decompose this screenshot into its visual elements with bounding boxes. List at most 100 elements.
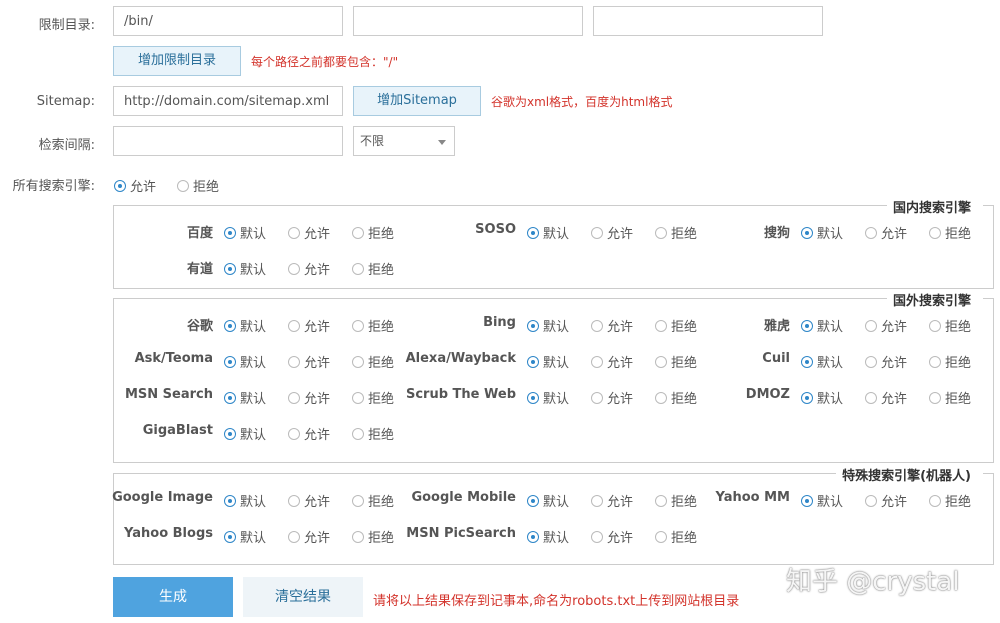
engine-default-radio[interactable]: 默认 bbox=[527, 223, 569, 242]
engine-default-radio[interactable]: 默认 bbox=[224, 388, 266, 407]
radio-checked-icon bbox=[527, 391, 539, 404]
sitemap-input[interactable] bbox=[113, 86, 343, 116]
radio-label: 允许 bbox=[881, 495, 908, 510]
engine-deny-radio[interactable]: 拒绝 bbox=[929, 352, 971, 371]
engine-default-radio[interactable]: 默认 bbox=[527, 491, 569, 510]
engine-default-radio[interactable]: 默认 bbox=[801, 223, 843, 242]
engine-name: 雅虎 bbox=[763, 319, 790, 334]
engine-allow-radio[interactable]: 允许 bbox=[865, 223, 907, 242]
radio-unchecked-icon bbox=[288, 494, 300, 507]
engine-name: MSN Search bbox=[124, 387, 213, 402]
all-engines-allow-radio[interactable]: 允许 bbox=[114, 176, 156, 195]
engine-default-radio[interactable]: 默认 bbox=[224, 352, 266, 371]
engine-default-radio[interactable]: 默认 bbox=[527, 388, 569, 407]
engine-default-radio[interactable]: 默认 bbox=[224, 316, 266, 335]
radio-unchecked-icon bbox=[929, 391, 941, 404]
radio-label: 拒绝 bbox=[945, 227, 972, 242]
radio-unchecked-icon bbox=[288, 226, 300, 239]
interval-input[interactable] bbox=[113, 126, 343, 156]
engine-allow-radio[interactable]: 允许 bbox=[865, 352, 907, 371]
engine-default-radio[interactable]: 默认 bbox=[224, 223, 266, 242]
engine-default-radio[interactable]: 默认 bbox=[801, 491, 843, 510]
radio-label: 允许 bbox=[881, 227, 908, 242]
engine-name: Google Mobile bbox=[411, 490, 516, 505]
engine-default-radio[interactable]: 默认 bbox=[224, 527, 266, 546]
radio-label: 默认 bbox=[240, 227, 267, 242]
engine-deny-radio[interactable]: 拒绝 bbox=[352, 259, 394, 278]
sitemap-hint: 谷歌为xml格式，百度为html格式 bbox=[491, 95, 673, 109]
foreign-engines-title: 国外搜索引擎 bbox=[886, 290, 983, 309]
radio-unchecked-icon bbox=[352, 427, 364, 440]
radio-unchecked-icon bbox=[929, 226, 941, 239]
radio-label: 默认 bbox=[240, 356, 267, 371]
all-engines-label: 所有搜索引擎: bbox=[12, 179, 95, 194]
engine-name: Alexa/Wayback bbox=[405, 351, 516, 366]
radio-label: 默认 bbox=[240, 263, 267, 278]
engine-allow-radio[interactable]: 允许 bbox=[865, 491, 907, 510]
engine-name: SOSO bbox=[475, 222, 516, 237]
clear-results-button[interactable]: 清空结果 bbox=[243, 577, 363, 617]
engine-allow-radio[interactable]: 允许 bbox=[591, 527, 633, 546]
engine-default-radio[interactable]: 默认 bbox=[801, 352, 843, 371]
radio-label: 拒绝 bbox=[368, 428, 395, 443]
radio-unchecked-icon bbox=[288, 530, 300, 543]
radio-label: 默认 bbox=[543, 356, 570, 371]
engine-allow-radio[interactable]: 允许 bbox=[865, 388, 907, 407]
radio-label: 默认 bbox=[240, 392, 267, 407]
engine-default-radio[interactable]: 默认 bbox=[527, 527, 569, 546]
engine-default-radio[interactable]: 默认 bbox=[224, 259, 266, 278]
generate-button[interactable]: 生成 bbox=[113, 577, 233, 617]
add-sitemap-button[interactable]: 增加Sitemap bbox=[353, 86, 481, 116]
engine-allow-radio[interactable]: 允许 bbox=[288, 424, 330, 443]
add-restrict-dir-button[interactable]: 增加限制目录 bbox=[113, 46, 241, 76]
radio-unchecked-icon bbox=[929, 355, 941, 368]
engine-default-radio[interactable]: 默认 bbox=[224, 424, 266, 443]
radio-label: 默认 bbox=[817, 320, 844, 335]
radio-checked-icon bbox=[527, 530, 539, 543]
radio-checked-icon bbox=[224, 226, 236, 239]
engine-deny-radio[interactable]: 拒绝 bbox=[929, 388, 971, 407]
engine-name: 谷歌 bbox=[186, 319, 213, 334]
engine-deny-radio[interactable]: 拒绝 bbox=[929, 223, 971, 242]
radio-checked-icon bbox=[801, 391, 813, 404]
engine-name: Yahoo MM bbox=[715, 490, 790, 505]
restrict-dir-hint: 每个路径之前都要包含："/" bbox=[251, 55, 399, 69]
radio-checked-icon bbox=[527, 226, 539, 239]
radio-checked-icon bbox=[801, 355, 813, 368]
radio-label: 默认 bbox=[543, 531, 570, 546]
radio-label: 默认 bbox=[817, 356, 844, 371]
radio-unchecked-icon bbox=[865, 355, 877, 368]
radio-label: 拒绝 bbox=[671, 531, 698, 546]
radio-label: 默认 bbox=[240, 428, 267, 443]
radio-label: 默认 bbox=[240, 320, 267, 335]
restrict-dir-input-2[interactable] bbox=[353, 6, 583, 36]
engine-default-radio[interactable]: 默认 bbox=[527, 352, 569, 371]
engine-default-radio[interactable]: 默认 bbox=[224, 491, 266, 510]
radio-checked-icon bbox=[224, 494, 236, 507]
radio-label: 默认 bbox=[817, 392, 844, 407]
radio-unchecked-icon bbox=[655, 530, 667, 543]
restrict-dir-input-3[interactable] bbox=[593, 6, 823, 36]
engine-deny-radio[interactable]: 拒绝 bbox=[929, 316, 971, 335]
engine-default-radio[interactable]: 默认 bbox=[801, 316, 843, 335]
restrict-dir-input-1[interactable] bbox=[113, 6, 343, 36]
radio-label: 默认 bbox=[240, 495, 267, 510]
radio-label: 默认 bbox=[817, 227, 844, 242]
engine-allow-radio[interactable]: 允许 bbox=[865, 316, 907, 335]
radio-unchecked-icon bbox=[177, 179, 189, 192]
radio-unchecked-icon bbox=[865, 319, 877, 332]
engine-deny-radio[interactable]: 拒绝 bbox=[929, 491, 971, 510]
radio-unchecked-icon bbox=[865, 494, 877, 507]
engine-deny-radio[interactable]: 拒绝 bbox=[352, 424, 394, 443]
engine-name: 百度 bbox=[186, 226, 213, 241]
radio-unchecked-icon bbox=[288, 355, 300, 368]
all-engines-deny-radio[interactable]: 拒绝 bbox=[177, 176, 219, 195]
engine-allow-radio[interactable]: 允许 bbox=[288, 259, 330, 278]
interval-select[interactable]: 不限 bbox=[353, 126, 455, 156]
engine-default-radio[interactable]: 默认 bbox=[527, 316, 569, 335]
engine-default-radio[interactable]: 默认 bbox=[801, 388, 843, 407]
engine-deny-radio[interactable]: 拒绝 bbox=[655, 527, 697, 546]
radio-unchecked-icon bbox=[865, 391, 877, 404]
watermark: 知乎 @crystal bbox=[786, 567, 960, 597]
radio-unchecked-icon bbox=[865, 226, 877, 239]
